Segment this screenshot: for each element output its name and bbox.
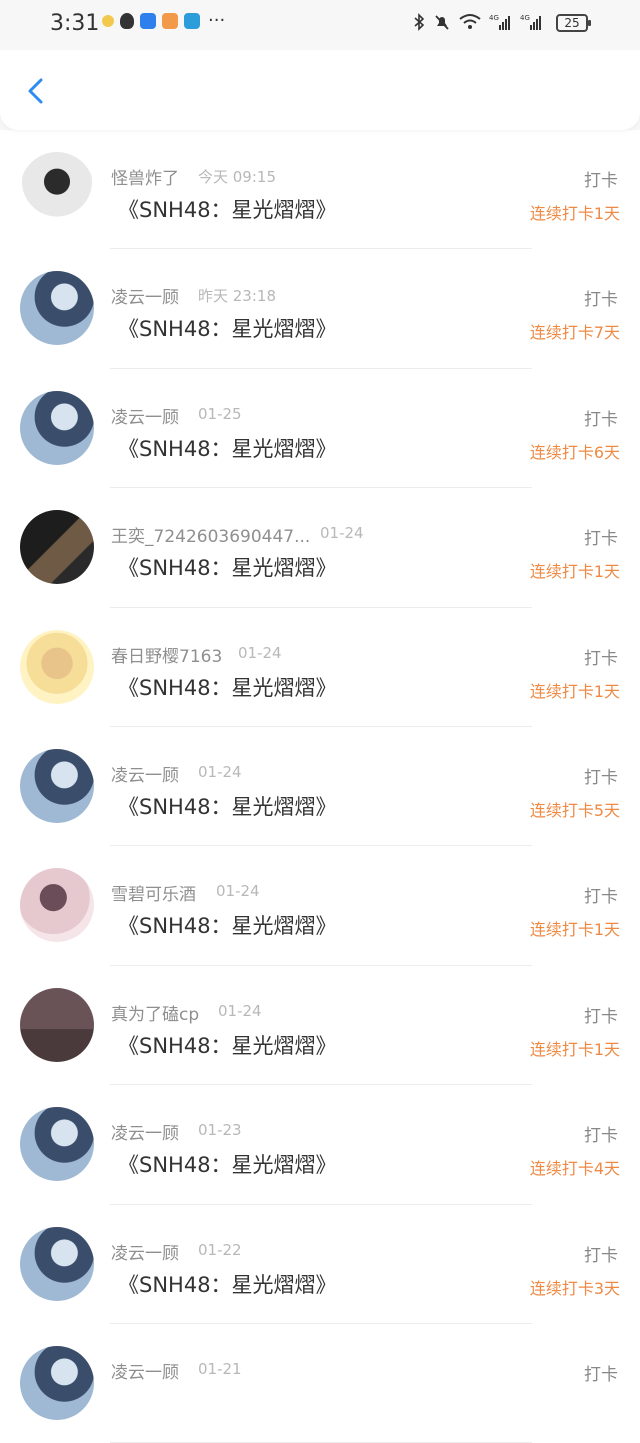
checkin-label: 打卡 [584, 1126, 618, 1147]
checkin-title: 《SNH48：星光熠熠》 [118, 1153, 337, 1178]
list-item[interactable]: 凌云一顾 01-22 《SNH48：星光熠熠》 打卡 连续打卡3天 [0, 1205, 640, 1324]
streak-label: 连续打卡1天 [529, 562, 620, 582]
checkin-title: 《SNH48：星光熠熠》 [118, 1272, 337, 1297]
svg-text:4G: 4G [489, 14, 499, 22]
qq-icon [120, 13, 134, 29]
wifi-icon [459, 14, 481, 29]
streak-label: 连续打卡1天 [529, 681, 620, 701]
list-item[interactable]: 真为了磕cp 01-24 《SNH48：星光熠熠》 打卡 连续打卡1天 [0, 966, 640, 1086]
streak-label: 连续打卡6天 [529, 442, 620, 462]
list-item[interactable]: 凌云一顾 昨天 23:18 《SNH48：星光熠熠》 打卡 连续打卡7天 [0, 249, 640, 369]
avatar[interactable] [20, 987, 94, 1062]
list-item[interactable]: 凌云一顾 01-24 《SNH48：星光熠熠》 打卡 连续打卡5天 [0, 727, 640, 847]
post-time: 01-24 [238, 643, 282, 662]
top-bar [0, 50, 640, 130]
post-time: 01-21 [198, 1359, 242, 1378]
checkin-label: 打卡 [584, 529, 618, 550]
signal-4g-icon: 4G [520, 14, 541, 30]
avatar[interactable] [20, 152, 94, 226]
checkin-title: 《SNH48：星光熠熠》 [118, 436, 337, 461]
list-item[interactable]: 凌云一顾 01-25 《SNH48：星光熠熠》 打卡 连续打卡6天 [0, 369, 640, 489]
chevron-left-icon[interactable] [22, 76, 52, 106]
checkin-title: 《SNH48：星光熠熠》 [118, 556, 337, 581]
avatar[interactable] [20, 510, 94, 585]
avatar[interactable] [20, 748, 94, 823]
status-time: 3:31 [50, 11, 100, 36]
post-time: 01-25 [198, 404, 242, 423]
checkin-label: 打卡 [584, 409, 618, 430]
checkin-label: 打卡 [584, 887, 618, 908]
checkin-label: 打卡 [584, 1245, 618, 1266]
avatar[interactable] [20, 1107, 94, 1182]
checkin-title: 《SNH48：星光熠熠》 [118, 914, 337, 939]
checkin-label: 打卡 [584, 1006, 618, 1027]
tv-app-icon [184, 13, 200, 29]
checkin-title: 《SNH48：星光熠熠》 [118, 317, 337, 342]
avatar[interactable] [20, 390, 94, 465]
signal-4g-icon: 4G [489, 14, 510, 30]
post-time: 01-24 [218, 1001, 262, 1020]
user-name[interactable]: 王奕_7242603690447... [111, 522, 310, 547]
user-name[interactable]: 凌云一顾 [111, 1358, 179, 1383]
video-app-icon [162, 13, 178, 29]
battery-icon: 25 [556, 14, 591, 32]
user-name[interactable]: 凌云一顾 [111, 283, 179, 308]
list-item[interactable]: 凌云一顾 01-23 《SNH48：星光熠熠》 打卡 连续打卡4天 [0, 1085, 640, 1205]
user-name[interactable]: 雪碧可乐酒 [111, 880, 196, 905]
avatar[interactable] [20, 1345, 94, 1420]
post-time: 01-24 [198, 762, 242, 781]
avatar[interactable] [20, 868, 94, 943]
avatar[interactable] [20, 1226, 94, 1301]
list-item[interactable]: 怪兽炸了 今天 09:15 《SNH48：星光熠熠》 打卡 连续打卡1天 [0, 130, 640, 250]
checkin-title: 《SNH48：星光熠熠》 [118, 1033, 337, 1058]
streak-label: 连续打卡1天 [529, 204, 620, 223]
list-item[interactable]: 王奕_7242603690447... 01-24 《SNH48：星光熠熠》 打… [0, 488, 640, 608]
checkin-label: 打卡 [584, 290, 618, 311]
notification-icons: ··· [102, 10, 226, 31]
user-name[interactable]: 凌云一顾 [111, 1119, 179, 1144]
status-right-icons: 4G 4G [412, 13, 544, 31]
more-notifications-icon: ··· [208, 10, 226, 31]
streak-label: 连续打卡1天 [529, 1039, 620, 1059]
post-time: 今天 09:15 [198, 168, 276, 186]
status-bar: 3:31 ··· 4G 4G 25 [0, 0, 640, 50]
post-time: 昨天 23:18 [198, 287, 276, 306]
post-time: 01-23 [198, 1121, 242, 1140]
mute-icon [435, 15, 449, 30]
checkin-title: 《SNH48：星光熠熠》 [118, 198, 337, 222]
post-time: 01-22 [198, 1240, 242, 1259]
checkin-label: 打卡 [584, 171, 618, 191]
checkin-list: 怪兽炸了 今天 09:15 《SNH48：星光熠熠》 打卡 连续打卡1天 凌云一… [0, 130, 640, 1443]
app-icon [102, 15, 114, 27]
streak-label: 连续打卡4天 [529, 1159, 620, 1179]
post-time: 01-24 [216, 882, 260, 901]
k-app-icon [140, 13, 156, 29]
streak-label: 连续打卡7天 [529, 323, 620, 343]
header-card [0, 50, 640, 130]
user-name[interactable]: 真为了磕cp [111, 1000, 199, 1025]
checkin-label: 打卡 [584, 767, 618, 788]
checkin-title: 《SNH48：星光熠熠》 [118, 675, 337, 700]
avatar[interactable] [20, 271, 94, 346]
post-time: 01-24 [320, 524, 364, 543]
checkin-label: 打卡 [584, 648, 618, 669]
list-item[interactable]: 雪碧可乐酒 01-24 《SNH48：星光熠熠》 打卡 连续打卡1天 [0, 846, 640, 966]
user-name[interactable]: 凌云一顾 [111, 761, 179, 786]
user-name[interactable]: 怪兽炸了 [111, 164, 179, 189]
svg-text:4G: 4G [520, 14, 530, 22]
list-item[interactable]: 春日野樱7163 01-24 《SNH48：星光熠熠》 打卡 连续打卡1天 [0, 608, 640, 727]
bluetooth-icon [414, 13, 425, 31]
user-name[interactable]: 春日野樱7163 [111, 642, 222, 667]
streak-label: 连续打卡5天 [529, 800, 620, 820]
list-item[interactable]: 凌云一顾 01-21 打卡 [0, 1324, 640, 1443]
user-name[interactable]: 凌云一顾 [111, 403, 179, 428]
streak-label: 连续打卡1天 [529, 920, 620, 940]
checkin-label: 打卡 [584, 1364, 618, 1385]
user-name[interactable]: 凌云一顾 [111, 1239, 179, 1264]
streak-label: 连续打卡3天 [529, 1278, 620, 1298]
avatar[interactable] [20, 629, 94, 704]
checkin-title: 《SNH48：星光熠熠》 [118, 794, 337, 819]
